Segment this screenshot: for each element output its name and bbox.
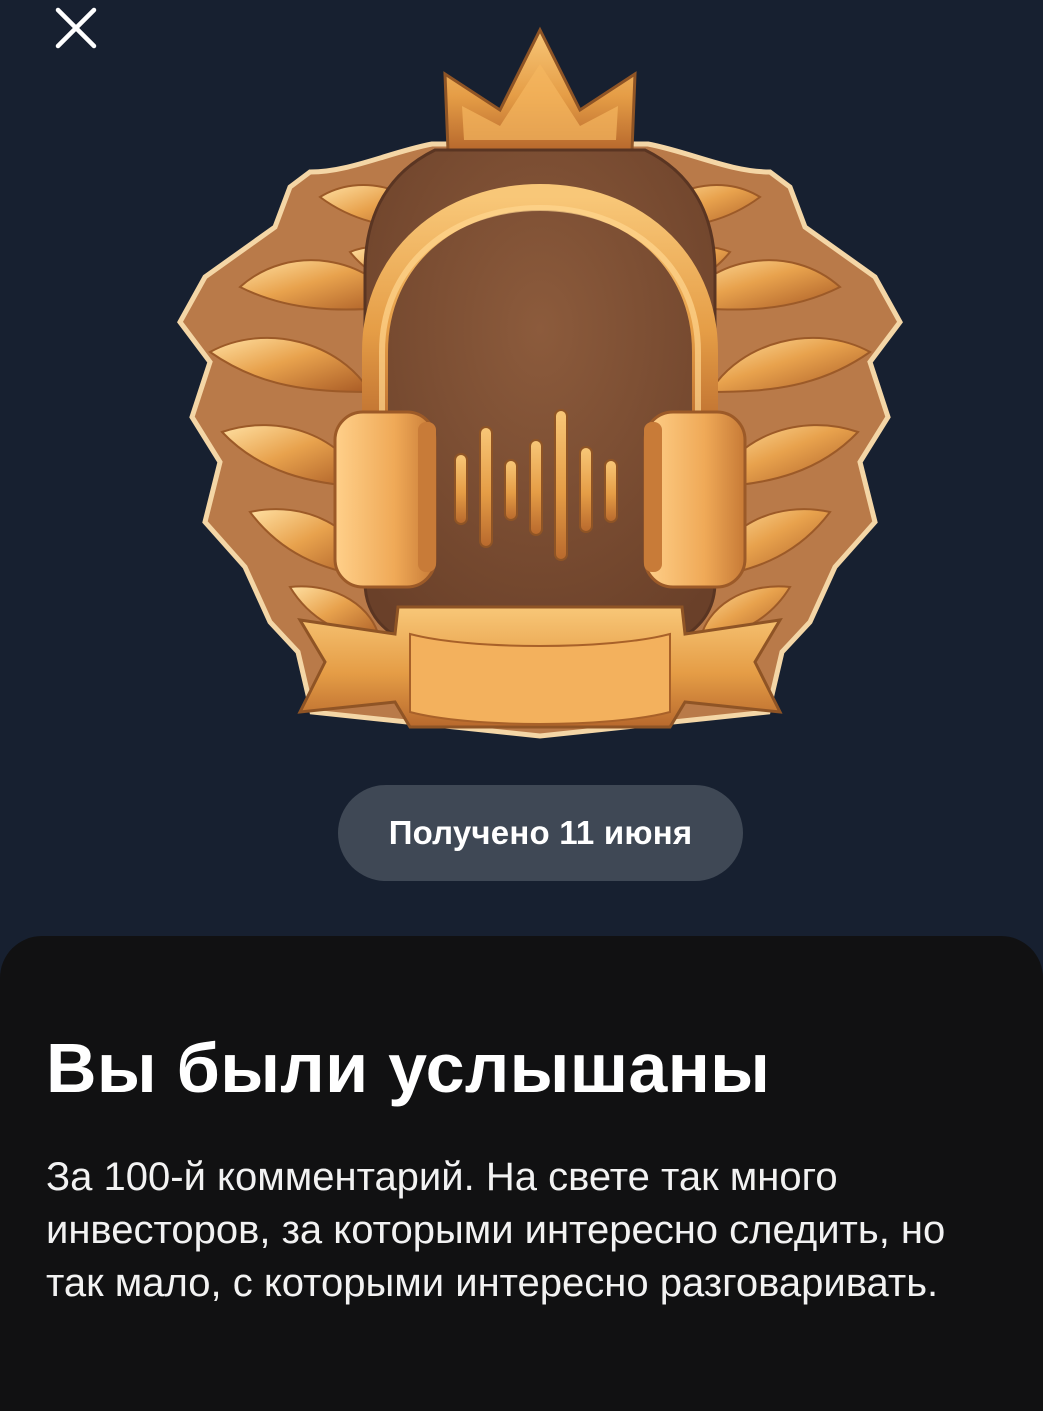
- achievement-title: Вы были услышаны: [46, 1029, 771, 1107]
- achievement-description: За 100-й комментарий. На свете так много…: [46, 1155, 946, 1305]
- achievement-badge: [170, 22, 910, 752]
- close-icon: [53, 5, 99, 51]
- headphones-crest-icon: [177, 26, 903, 739]
- close-button[interactable]: [40, 0, 112, 56]
- received-date-badge: Получено 11 июня: [338, 785, 743, 881]
